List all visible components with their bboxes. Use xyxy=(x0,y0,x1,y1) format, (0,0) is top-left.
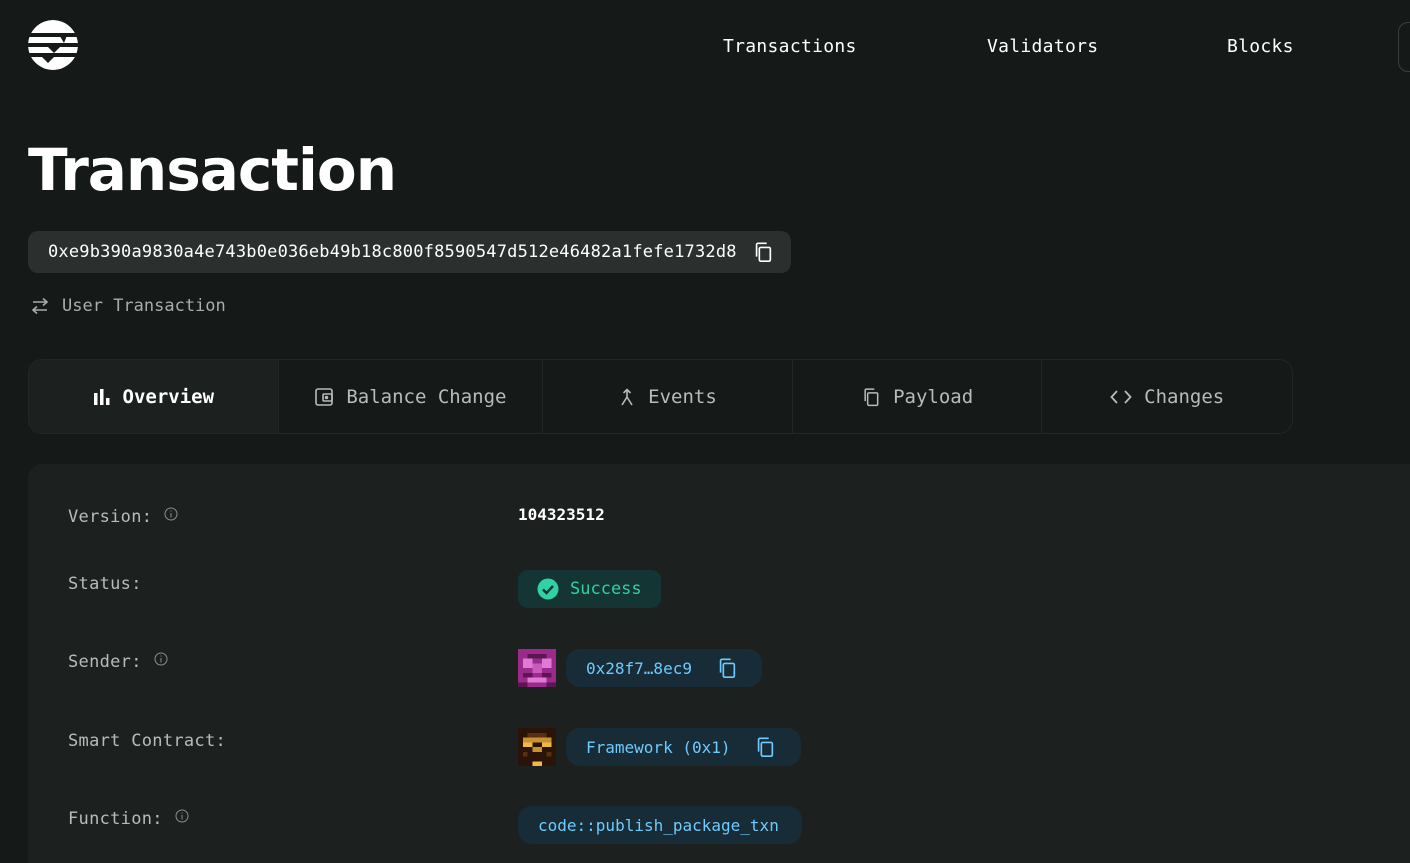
sender-row-label: Sender: xyxy=(68,652,168,672)
status-label: Status: xyxy=(68,574,142,594)
sender-avatar xyxy=(518,649,556,687)
transaction-tabs: Overview Balance Change Events Payload C… xyxy=(28,359,1293,434)
function-chip[interactable]: code::publish_package_txn xyxy=(518,806,802,844)
nav-validators[interactable]: Validators xyxy=(987,36,1098,57)
wallet-icon xyxy=(315,387,334,406)
status-badge: Success xyxy=(518,570,661,608)
tab-events-label: Events xyxy=(648,385,717,408)
merge-arrow-icon xyxy=(621,387,633,405)
version-row-label: Version: xyxy=(68,507,178,527)
transaction-type: User Transaction xyxy=(30,296,226,316)
swap-arrows-icon xyxy=(31,297,49,315)
contract-row-label: Smart Contract: xyxy=(68,731,226,751)
tab-events[interactable]: Events xyxy=(543,360,793,433)
tab-changes[interactable]: Changes xyxy=(1042,360,1292,433)
contract-avatar xyxy=(518,728,556,766)
sender-address[interactable]: 0x28f7…8ec9 xyxy=(586,659,692,678)
version-label: Version: xyxy=(68,507,153,527)
tab-balance-change[interactable]: Balance Change xyxy=(279,360,544,433)
nav-blocks[interactable]: Blocks xyxy=(1227,36,1294,57)
network-selector[interactable] xyxy=(1398,22,1410,72)
sender-label: Sender: xyxy=(68,652,142,672)
tab-payload[interactable]: Payload xyxy=(793,360,1043,433)
transaction-hash: 0xe9b390a9830a4e743b0e036eb49b18c800f859… xyxy=(28,231,791,273)
function-row-label: Function: xyxy=(68,809,189,829)
tab-balance-change-label: Balance Change xyxy=(346,385,507,408)
status-text: Success xyxy=(570,579,642,599)
function-name[interactable]: code::publish_package_txn xyxy=(538,816,779,835)
top-header: Transactions Validators Blocks xyxy=(0,0,1410,95)
aptos-logo-icon[interactable] xyxy=(28,20,78,70)
tab-overview[interactable]: Overview xyxy=(29,360,279,433)
contract-address[interactable]: Framework (0x1) xyxy=(586,738,731,757)
transaction-hash-text: 0xe9b390a9830a4e743b0e036eb49b18c800f859… xyxy=(48,242,737,262)
contract-label: Smart Contract: xyxy=(68,731,227,751)
copy-icon xyxy=(864,387,879,406)
tab-changes-label: Changes xyxy=(1144,385,1225,408)
copy-icon[interactable] xyxy=(752,241,774,263)
status-row-label: Status: xyxy=(68,574,142,594)
transaction-type-label: User Transaction xyxy=(62,296,226,316)
info-icon[interactable] xyxy=(175,809,189,823)
version-value: 104323512 xyxy=(518,505,605,524)
copy-icon[interactable] xyxy=(716,657,738,679)
tab-payload-label: Payload xyxy=(893,385,974,408)
sender-address-chip[interactable]: 0x28f7…8ec9 xyxy=(566,649,762,687)
copy-icon[interactable] xyxy=(754,736,776,758)
info-icon[interactable] xyxy=(164,507,178,521)
check-circle-icon xyxy=(537,578,559,600)
function-label: Function: xyxy=(68,809,163,829)
page-title: Transaction xyxy=(28,136,397,204)
code-brackets-icon xyxy=(1110,389,1132,404)
tab-overview-label: Overview xyxy=(122,385,215,408)
bar-chart-icon xyxy=(93,388,110,405)
info-icon[interactable] xyxy=(154,652,168,666)
nav-transactions[interactable]: Transactions xyxy=(723,36,857,57)
contract-address-chip[interactable]: Framework (0x1) xyxy=(566,728,801,766)
